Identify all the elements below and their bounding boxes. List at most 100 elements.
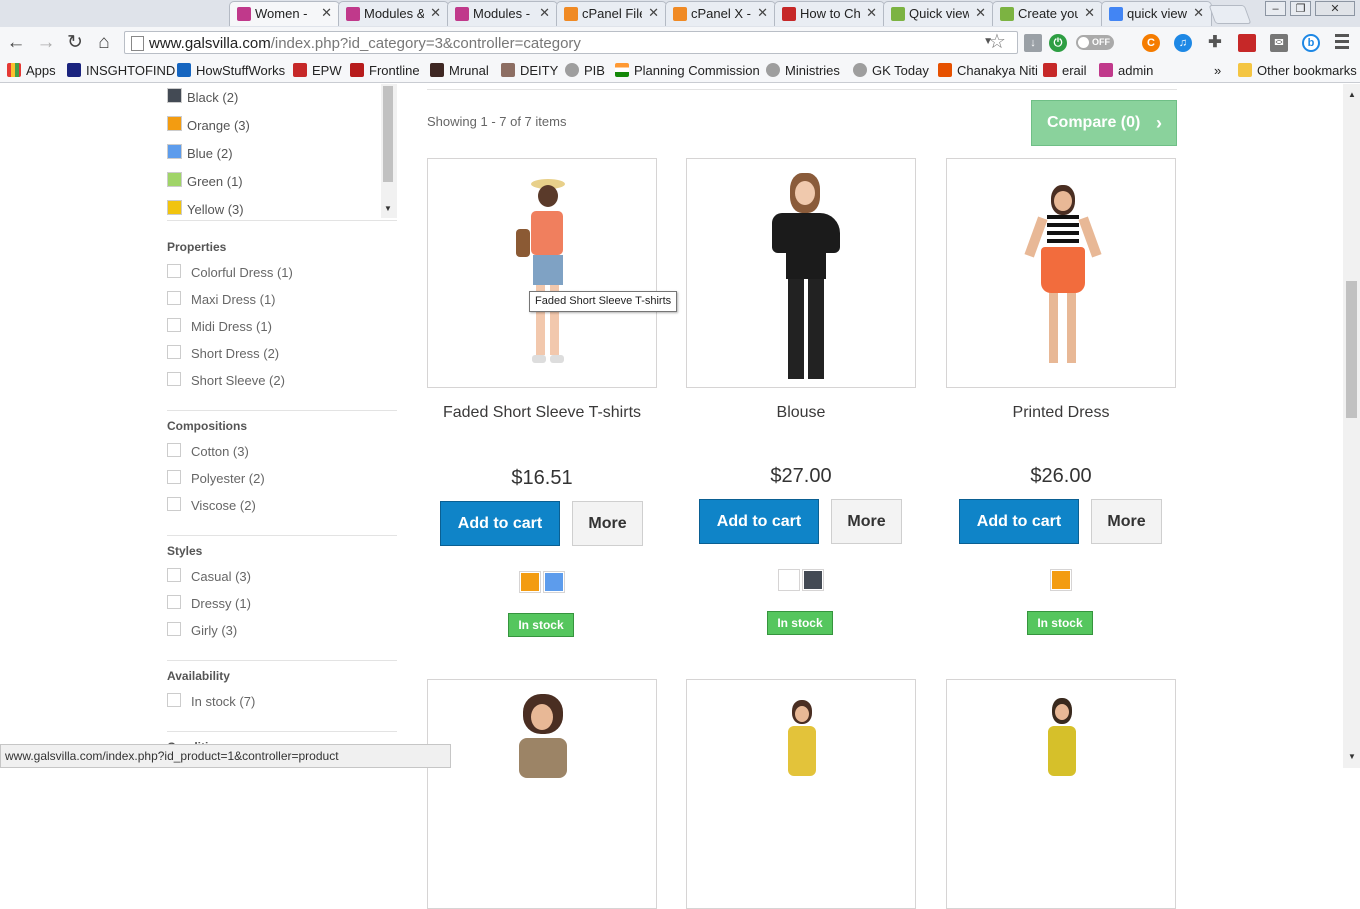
- power-icon[interactable]: ⏻: [1049, 34, 1067, 52]
- add-to-cart-button[interactable]: Add to cart: [959, 499, 1079, 544]
- bookmark-star-icon[interactable]: ☆: [988, 29, 1006, 54]
- bookmark-ministries[interactable]: Ministries: [766, 63, 840, 78]
- product-name[interactable]: Blouse: [686, 401, 916, 424]
- checkbox[interactable]: [167, 291, 181, 305]
- headphones-icon[interactable]: ♫: [1174, 34, 1192, 52]
- tab-cpanel-x[interactable]: cPanel X - ✕: [665, 1, 776, 26]
- bookmark-admin[interactable]: admin: [1099, 63, 1153, 78]
- color-option[interactable]: [543, 571, 565, 593]
- compare-button[interactable]: Compare (0) ›: [1031, 100, 1177, 146]
- tab-title: cPanel X -: [691, 6, 751, 21]
- bookmark-frontline[interactable]: Frontline: [350, 63, 420, 78]
- close-icon[interactable]: ✕: [975, 5, 986, 21]
- close-icon[interactable]: ✕: [430, 5, 441, 21]
- tab-how-to[interactable]: How to Ch ✕: [774, 1, 885, 26]
- flag-icon: [615, 63, 629, 77]
- scroll-thumb[interactable]: [1346, 281, 1357, 418]
- color-swatch: [167, 172, 182, 187]
- extension-c-icon[interactable]: C: [1142, 34, 1160, 52]
- color-option[interactable]: [802, 569, 824, 591]
- product-image[interactable]: [946, 679, 1176, 909]
- bookmark-chanakya-niti[interactable]: Chanakya Niti: [938, 63, 1038, 78]
- bookmark-gk-today[interactable]: GK Today: [853, 63, 929, 78]
- tab-modules-1[interactable]: Modules & ✕: [338, 1, 449, 26]
- home-icon[interactable]: ⌂: [93, 32, 115, 54]
- tab-women[interactable]: Women - ✕: [229, 1, 340, 26]
- close-window-button[interactable]: ✕: [1315, 1, 1355, 16]
- color-option[interactable]: [1050, 569, 1072, 591]
- bookmarks-overflow[interactable]: »: [1214, 63, 1221, 78]
- product-image[interactable]: [427, 679, 657, 909]
- more-button[interactable]: More: [572, 501, 643, 546]
- tab-create[interactable]: Create you ✕: [992, 1, 1103, 26]
- close-icon[interactable]: ✕: [1193, 5, 1204, 21]
- checkbox[interactable]: [167, 470, 181, 484]
- tab-quick-view-1[interactable]: Quick view ✕: [883, 1, 994, 26]
- add-to-cart-button[interactable]: Add to cart: [699, 499, 819, 544]
- page-scrollbar[interactable]: ▲ ▼: [1343, 84, 1360, 768]
- bookmark-apps[interactable]: Apps: [7, 63, 56, 78]
- forward-icon[interactable]: →: [35, 32, 57, 54]
- download-icon[interactable]: ↓: [1024, 34, 1042, 52]
- checkbox[interactable]: [167, 318, 181, 332]
- bookmark-pib[interactable]: PIB: [565, 63, 605, 78]
- bookmark-insghtofind[interactable]: INSGHTOFIND: [67, 63, 175, 78]
- bookmark-epw[interactable]: EPW: [293, 63, 342, 78]
- product-name[interactable]: Printed Dress: [946, 401, 1176, 424]
- close-icon[interactable]: ✕: [648, 5, 659, 21]
- product-name[interactable]: Faded Short Sleeve T-shirts: [427, 401, 657, 424]
- more-button[interactable]: More: [1091, 499, 1162, 544]
- back-icon[interactable]: ←: [5, 32, 27, 54]
- puzzle-icon[interactable]: ✚: [1206, 34, 1224, 52]
- new-tab-button[interactable]: [1208, 5, 1252, 24]
- bookmark-mrunal[interactable]: Mrunal: [430, 63, 489, 78]
- address-bar[interactable]: www.galsvilla.com/index.php?id_category=…: [124, 31, 1018, 54]
- tab-cpanel-file[interactable]: cPanel File ✕: [556, 1, 667, 26]
- checkbox[interactable]: [167, 497, 181, 511]
- minimize-button[interactable]: –: [1265, 1, 1286, 16]
- color-option[interactable]: [778, 569, 800, 591]
- other-bookmarks[interactable]: Other bookmarks: [1238, 63, 1357, 78]
- tab-modules-2[interactable]: Modules - ✕: [447, 1, 558, 26]
- tab-quick-view-2[interactable]: quick view ✕: [1101, 1, 1212, 26]
- checkbox[interactable]: [167, 693, 181, 707]
- extension-toggle[interactable]: OFF: [1076, 35, 1114, 50]
- product-image[interactable]: [427, 158, 657, 388]
- checkbox[interactable]: [167, 345, 181, 359]
- scroll-thumb[interactable]: [383, 86, 393, 182]
- bing-icon[interactable]: b: [1302, 34, 1320, 52]
- checkbox[interactable]: [167, 443, 181, 457]
- color-option[interactable]: [519, 571, 541, 593]
- add-to-cart-button[interactable]: Add to cart: [440, 501, 560, 546]
- site-icon: [293, 63, 307, 77]
- color-list-scrollbar[interactable]: ▼: [381, 84, 397, 218]
- close-icon[interactable]: ✕: [1084, 5, 1095, 21]
- product-image[interactable]: [686, 158, 916, 388]
- tab-title: cPanel File: [582, 6, 642, 21]
- product-image[interactable]: [686, 679, 916, 909]
- bookmark-erail[interactable]: erail: [1043, 63, 1087, 78]
- book-icon[interactable]: [1238, 34, 1256, 52]
- product-image[interactable]: [946, 158, 1176, 388]
- close-icon[interactable]: ✕: [539, 5, 550, 21]
- bookmark-deity[interactable]: DEITY: [501, 63, 558, 78]
- close-icon[interactable]: ✕: [866, 5, 877, 21]
- checkbox[interactable]: [167, 568, 181, 582]
- close-icon[interactable]: ✕: [321, 5, 332, 21]
- scroll-up-icon[interactable]: ▲: [1348, 90, 1356, 99]
- color-options: [946, 569, 1176, 591]
- checkbox[interactable]: [167, 372, 181, 386]
- menu-icon[interactable]: [1335, 34, 1349, 50]
- scroll-down-icon[interactable]: ▼: [1348, 752, 1356, 761]
- bookmark-howstuffworks[interactable]: HowStuffWorks: [177, 63, 285, 78]
- checkbox[interactable]: [167, 595, 181, 609]
- more-button[interactable]: More: [831, 499, 902, 544]
- reload-icon[interactable]: ↻: [64, 32, 86, 54]
- bookmark-planning-commission[interactable]: Planning Commission: [615, 63, 760, 78]
- scroll-down-icon[interactable]: ▼: [384, 204, 392, 213]
- maximize-button[interactable]: ❐: [1290, 1, 1311, 16]
- close-icon[interactable]: ✕: [757, 5, 768, 21]
- checkbox[interactable]: [167, 264, 181, 278]
- mail-icon[interactable]: ✉: [1270, 34, 1288, 52]
- checkbox[interactable]: [167, 622, 181, 636]
